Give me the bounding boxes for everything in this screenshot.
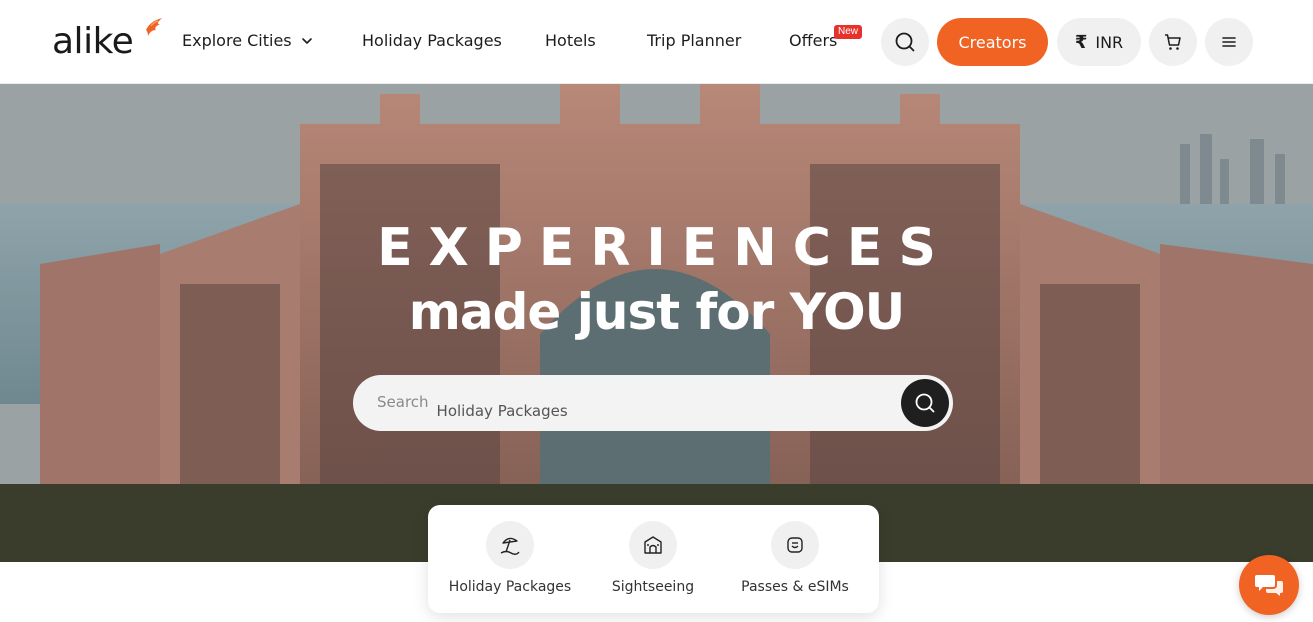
nav-holiday-packages[interactable]: Holiday Packages [362,31,502,51]
nav-hotels[interactable]: Hotels [545,31,596,51]
chat-widget-button[interactable] [1239,555,1299,615]
chat-bubbles-icon [1255,575,1283,596]
hero-section: EXPERIENCES made just for YOU Search Hol… [0,84,1313,562]
currency-label: INR [1095,32,1124,52]
brand-logo[interactable]: alike [52,18,162,62]
nav-explore-cities[interactable]: Explore Cities [182,31,314,51]
cart-button[interactable] [1149,18,1197,66]
brand-name: alike [52,21,134,62]
creators-button[interactable]: Creators [937,18,1048,66]
landmark-icon [629,521,677,569]
phoenix-bird-icon [146,18,162,36]
category-label: Holiday Packages [448,579,572,595]
search-icon [915,393,935,413]
category-label: Sightseeing [611,579,695,595]
category-sightseeing[interactable]: Sightseeing [583,521,723,595]
beach-umbrella-icon [486,521,534,569]
category-passes-esims[interactable]: Passes & eSIMs [725,521,865,595]
nav-explore-cities-label: Explore Cities [182,31,292,50]
category-holiday-packages[interactable]: Holiday Packages [440,521,580,595]
ticket-pass-icon [771,521,819,569]
header-search-button[interactable] [881,18,929,66]
nav-trip-planner[interactable]: Trip Planner [647,31,741,51]
hero-title: EXPERIENCES [377,218,952,278]
rupee-icon: ₹ [1074,31,1088,53]
category-card: Holiday Packages Sightseeing Passes & eS… [428,505,879,613]
hero-subtitle: made just for YOU [408,283,905,341]
site-header: alike Explore Cities Holiday Packages Ho… [0,0,1313,84]
hamburger-menu-icon [1222,37,1236,47]
search-submit-button[interactable] [901,379,949,427]
search-icon [895,32,915,52]
menu-button[interactable] [1205,18,1253,66]
search-input[interactable]: Holiday Packages [437,402,568,420]
cart-icon [1165,34,1181,50]
hero-search-bar[interactable]: Search Holiday Packages [353,375,953,431]
nav-offers[interactable]: Offers [789,31,837,51]
search-label: Search [377,393,429,411]
currency-selector[interactable]: ₹ INR [1057,18,1141,66]
category-label: Passes & eSIMs [741,579,849,595]
offers-new-badge: New [834,25,863,39]
chevron-down-icon [301,38,312,44]
